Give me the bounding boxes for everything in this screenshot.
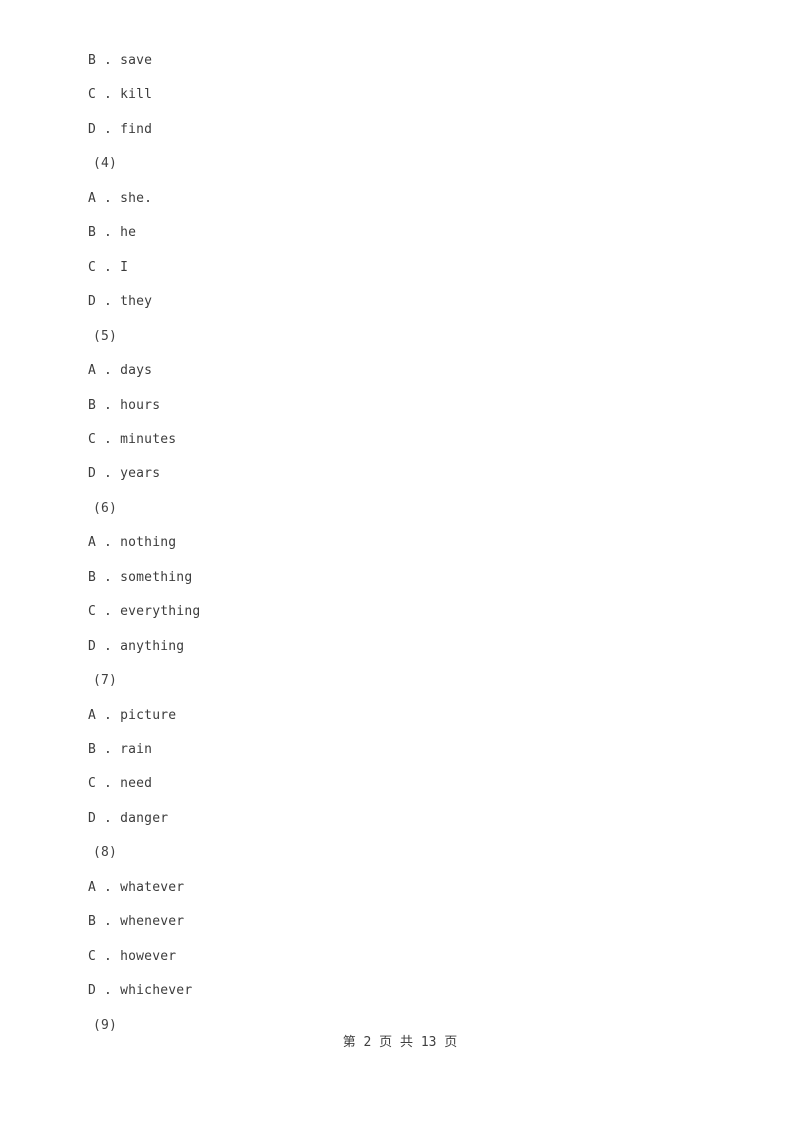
answer-option: B . hours	[88, 397, 161, 413]
answer-option: C . kill	[88, 87, 153, 103]
question-number: (4)	[93, 156, 118, 172]
answer-option: D . whichever	[88, 983, 193, 999]
answer-option: A . nothing	[88, 535, 177, 551]
answer-option: A . whatever	[88, 879, 185, 895]
answer-option: D . danger	[88, 810, 169, 826]
answer-option: C . minutes	[88, 431, 177, 447]
answer-option: B . whenever	[88, 914, 185, 930]
answer-option: C . need	[88, 776, 153, 792]
answer-option: A . days	[88, 363, 153, 379]
answer-option: D . years	[88, 466, 161, 482]
question-number: (5)	[93, 328, 118, 344]
answer-option: A . she.	[88, 190, 153, 206]
question-number: (8)	[93, 845, 118, 861]
answer-option: D . they	[88, 294, 153, 310]
answer-option: B . something	[88, 569, 193, 585]
question-number: (9)	[93, 1017, 118, 1033]
question-number: (6)	[93, 500, 118, 516]
answer-option: C . however	[88, 948, 177, 964]
page-footer: 第 2 页 共 13 页	[342, 1035, 458, 1050]
answer-option: A . picture	[88, 707, 177, 723]
answer-option: C . I	[88, 259, 129, 275]
answer-option: D . find	[88, 121, 153, 137]
answer-option: B . he	[88, 225, 137, 241]
document-page: B . save C . kill D . find (4) A . she. B . h…	[0, 0, 800, 1132]
question-number: (7)	[93, 673, 118, 689]
answer-option: D . anything	[88, 638, 185, 654]
answer-option: B . rain	[88, 742, 153, 757]
answer-option: B . save	[88, 53, 153, 68]
answer-option: C . everything	[88, 604, 201, 620]
